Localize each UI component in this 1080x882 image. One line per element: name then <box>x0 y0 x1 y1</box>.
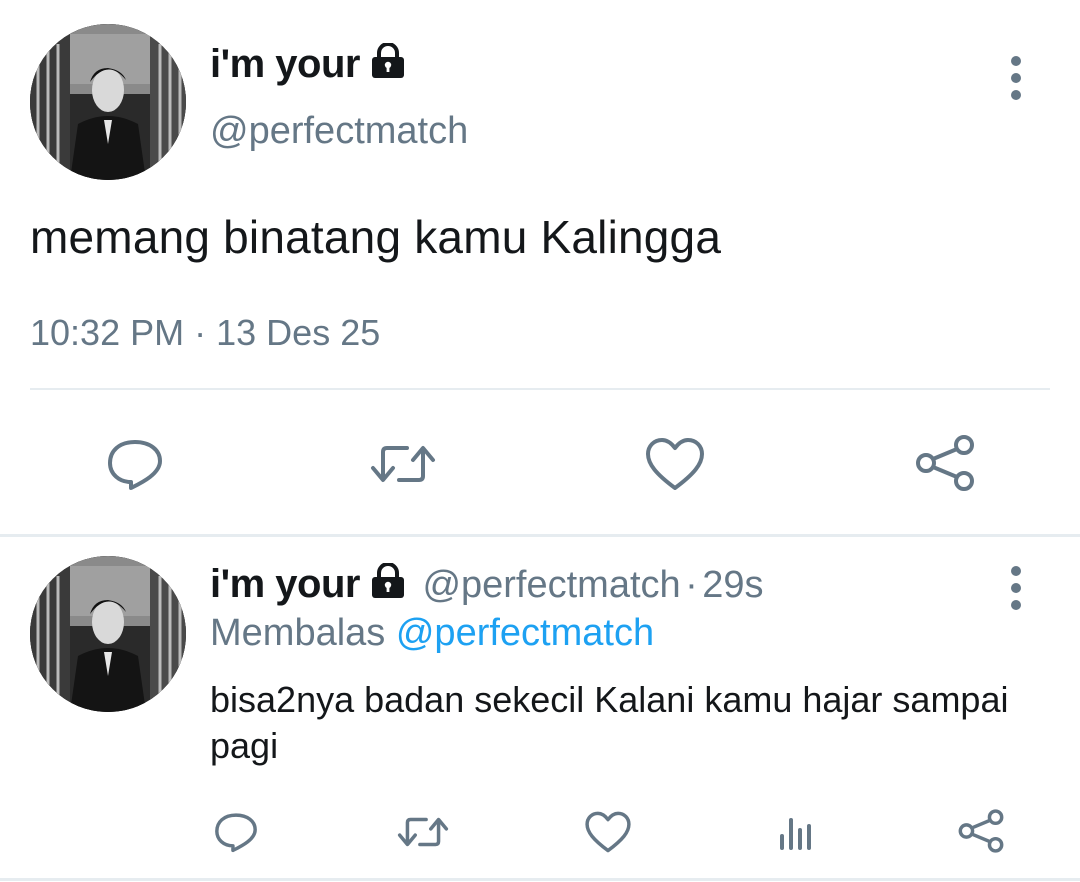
tweet-text: memang binatang kamu Kalingga <box>30 211 722 263</box>
reply-display-name[interactable]: i'm your <box>210 562 360 606</box>
separator-dot: · <box>685 564 698 606</box>
bottom-divider <box>0 878 1080 881</box>
like-icon <box>646 438 704 490</box>
like-button[interactable] <box>642 432 708 496</box>
reply-avatar[interactable] <box>30 556 186 712</box>
reply-icon <box>215 813 257 853</box>
separator-dot: · <box>194 312 207 353</box>
analytics-button[interactable] <box>772 808 820 856</box>
reply-text: bisa2nya badan sekecil Kalani kamu hajar… <box>210 679 1009 766</box>
divider <box>30 388 1050 390</box>
lock-icon <box>368 562 408 604</box>
lock-icon <box>368 42 408 89</box>
analytics-icon <box>780 818 811 850</box>
replying-label: Membalas <box>210 612 386 654</box>
share-icon <box>916 435 974 491</box>
share-icon <box>958 809 1004 853</box>
share-button[interactable] <box>910 430 980 496</box>
tweet-time: 10:32 PM <box>30 312 185 353</box>
like-icon <box>585 811 631 853</box>
retweet-icon <box>397 817 449 847</box>
like-button[interactable] <box>582 808 634 856</box>
display-name[interactable]: i'm your <box>210 42 360 86</box>
retweet-icon <box>371 446 435 482</box>
share-button[interactable] <box>954 806 1008 856</box>
more-options-icon[interactable] <box>1006 564 1026 612</box>
replying-to: Membalas @perfectmatch <box>210 612 654 655</box>
reply-button[interactable] <box>100 432 170 496</box>
section-divider <box>0 534 1080 537</box>
retweet-button[interactable] <box>394 808 452 856</box>
avatar[interactable] <box>30 24 186 180</box>
more-options-icon[interactable] <box>1006 54 1026 102</box>
tweet-date: 13 Des 25 <box>216 312 381 353</box>
reply-icon <box>108 440 162 490</box>
reply-handle[interactable]: @perfectmatch <box>422 564 680 606</box>
reply-button[interactable] <box>210 808 262 856</box>
user-handle[interactable]: @perfectmatch <box>210 110 468 153</box>
tweet-timestamp: 10:32 PM · 13 Des 25 <box>30 312 380 354</box>
reply-age: 29s <box>702 564 764 606</box>
replying-to-handle[interactable]: @perfectmatch <box>396 612 654 654</box>
retweet-button[interactable] <box>365 432 441 496</box>
